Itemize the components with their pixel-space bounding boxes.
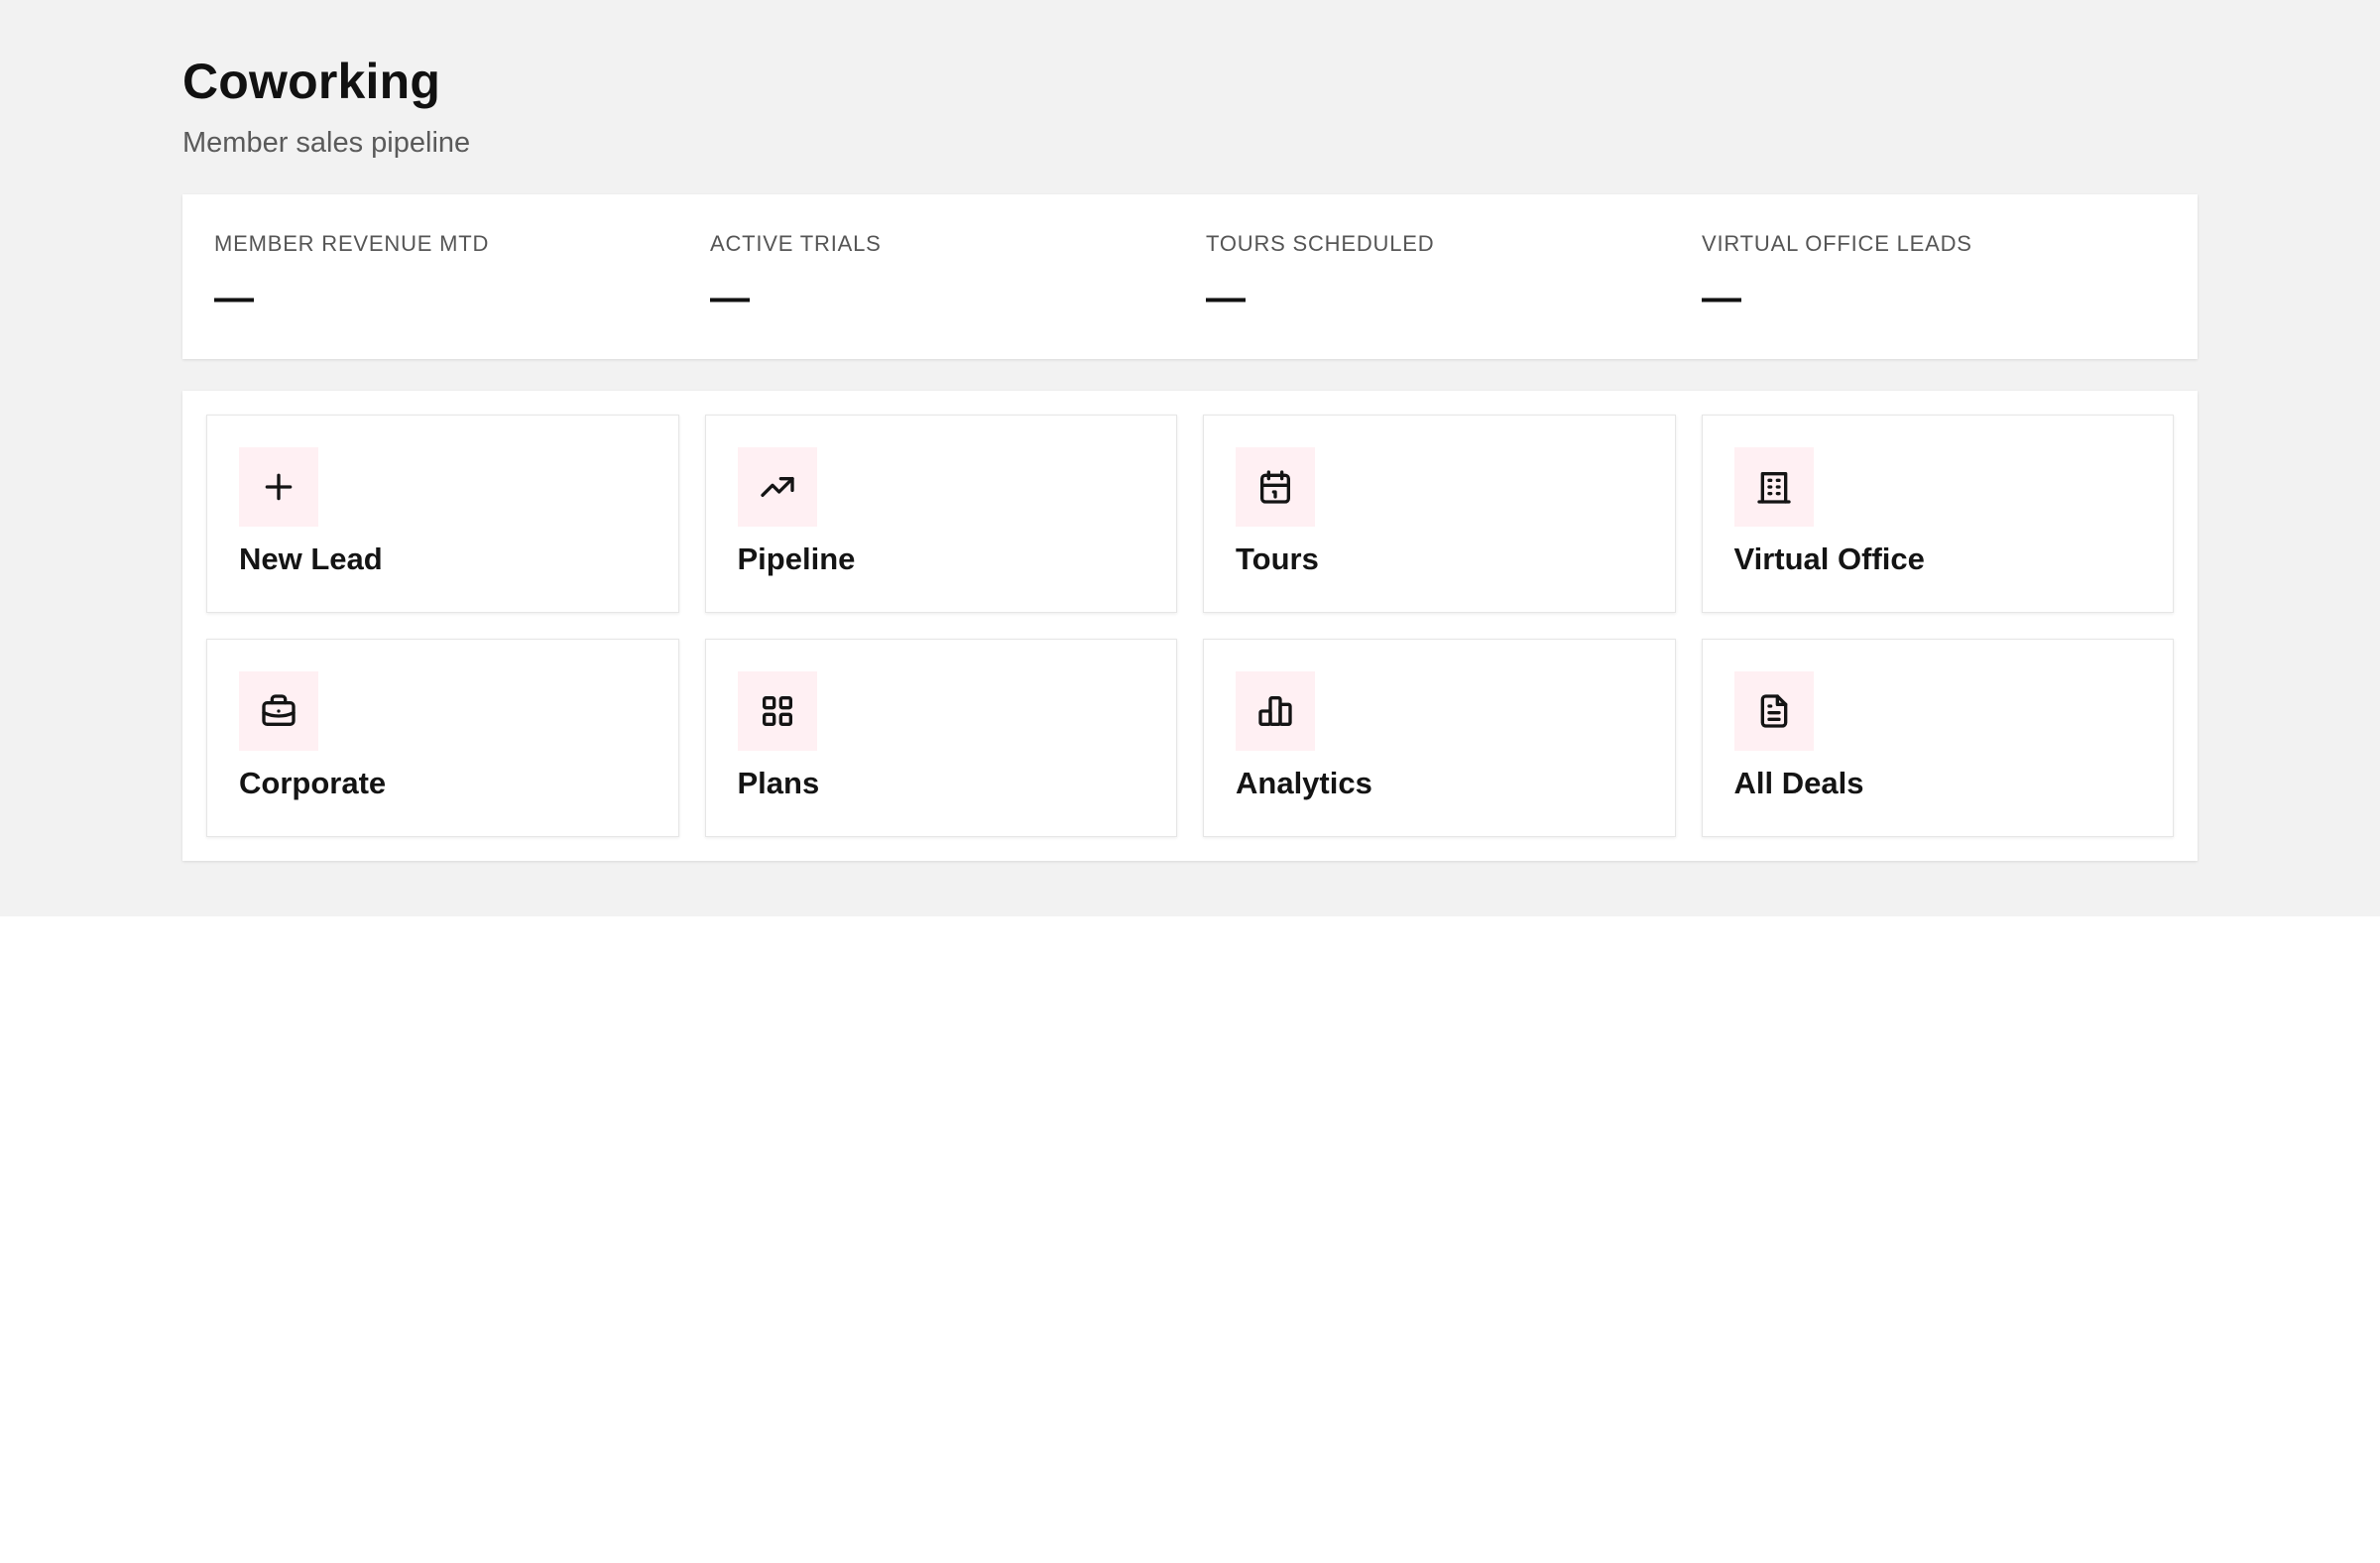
page-subtitle: Member sales pipeline xyxy=(182,127,471,159)
new-lead-tile[interactable]: New Lead xyxy=(206,415,679,613)
tile-label: New Lead xyxy=(239,541,383,576)
stat-label: MEMBER REVENUE MTD xyxy=(214,231,490,256)
analytics-tile[interactable]: Analytics xyxy=(1203,639,1676,837)
stat-label: ACTIVE TRIALS xyxy=(710,231,882,256)
tile-label: All Deals xyxy=(1733,766,1864,800)
stat-label: TOURS SCHEDULED xyxy=(1206,231,1435,256)
tours-tile[interactable]: Tours xyxy=(1203,415,1676,613)
tile-label: Pipeline xyxy=(737,541,856,576)
stat-value: — xyxy=(214,276,254,319)
briefcase-icon xyxy=(239,671,318,751)
tile-label: Plans xyxy=(737,766,820,800)
stat-tours-scheduled: TOURS SCHEDULED — xyxy=(1206,194,1702,359)
stat-value: — xyxy=(1206,276,1246,319)
quick-actions-panel: New Lead Pipeline Tours Virtual Office C… xyxy=(182,391,2198,861)
grid-icon xyxy=(737,671,817,751)
plans-tile[interactable]: Plans xyxy=(704,639,1177,837)
plus-icon xyxy=(239,447,318,527)
trending-up-icon xyxy=(737,447,817,527)
stats-card: MEMBER REVENUE MTD — ACTIVE TRIALS — TOU… xyxy=(182,194,2198,359)
tile-label: Tours xyxy=(1236,541,1319,576)
page-title: Coworking xyxy=(182,54,441,109)
stat-label: VIRTUAL OFFICE LEADS xyxy=(1702,231,1972,256)
tile-label: Analytics xyxy=(1236,766,1372,800)
all-deals-tile[interactable]: All Deals xyxy=(1701,639,2174,837)
file-text-icon xyxy=(1733,671,1814,751)
stat-virtual-office-leads: VIRTUAL OFFICE LEADS — xyxy=(1702,194,2198,359)
stat-active-trials: ACTIVE TRIALS — xyxy=(710,194,1206,359)
tile-label: Corporate xyxy=(239,766,387,800)
tile-label: Virtual Office xyxy=(1733,541,1925,576)
page-header-band: Coworking Member sales pipeline MEMBER R… xyxy=(0,0,2380,916)
bar-chart-icon xyxy=(1236,671,1315,751)
virtual-office-tile[interactable]: Virtual Office xyxy=(1701,415,2174,613)
pipeline-tile[interactable]: Pipeline xyxy=(704,415,1177,613)
corporate-tile[interactable]: Corporate xyxy=(206,639,679,837)
stat-member-revenue: MEMBER REVENUE MTD — xyxy=(214,194,710,359)
stat-value: — xyxy=(710,276,750,319)
calendar-icon xyxy=(1236,447,1315,527)
building-icon xyxy=(1733,447,1814,527)
stat-value: — xyxy=(1702,276,1741,319)
